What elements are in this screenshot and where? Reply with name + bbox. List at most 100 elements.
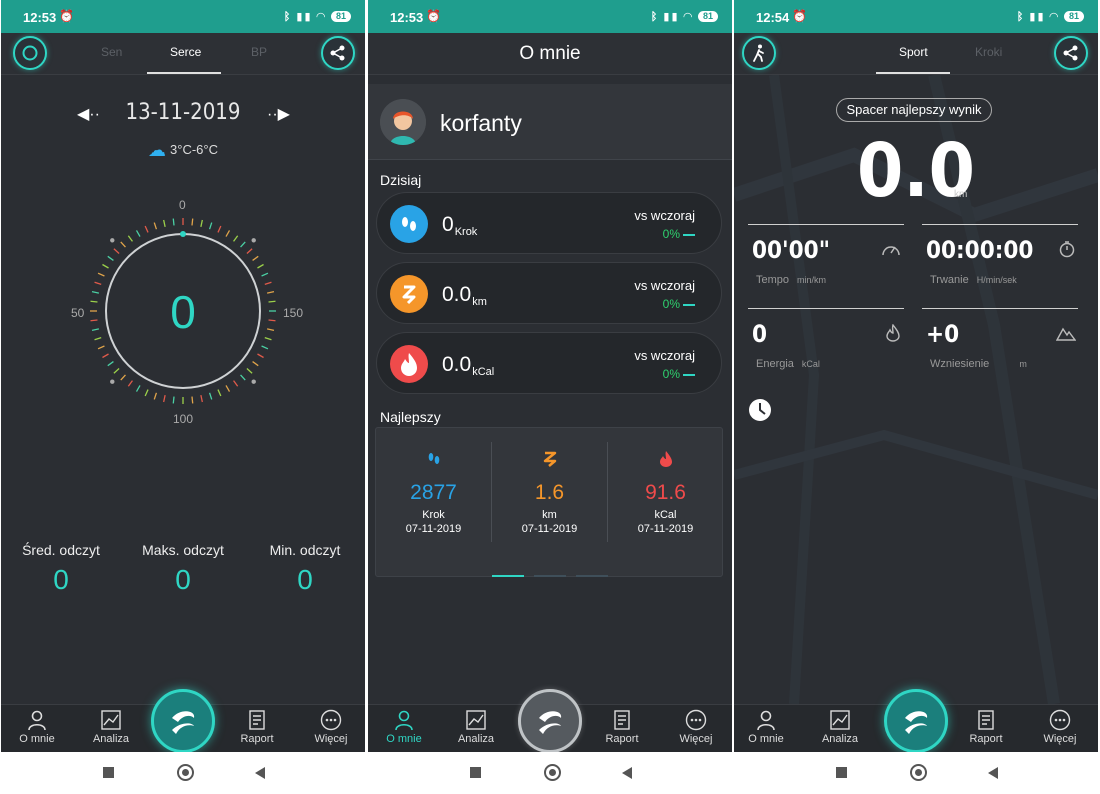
nav-analysis[interactable]: Analiza <box>81 709 141 745</box>
gauge-tick <box>127 235 133 242</box>
status-time: 12:53 <box>390 10 424 25</box>
wifi-icon: ◠ <box>316 11 327 23</box>
gauge-tick <box>113 248 120 254</box>
best-calories: 91.6 kCal 07-11-2019 <box>608 450 723 535</box>
back-button[interactable] <box>255 767 265 779</box>
back-button[interactable] <box>988 767 998 779</box>
nav-label: O mnie <box>19 733 55 745</box>
nav-label: O mnie <box>386 733 422 745</box>
recent-apps-button[interactable] <box>836 767 847 778</box>
route-icon <box>543 451 556 467</box>
nav-about-me[interactable]: O mnie <box>7 709 67 745</box>
flame-icon <box>390 345 428 383</box>
nav-analysis[interactable]: Analiza <box>810 709 870 745</box>
recent-apps-button[interactable] <box>470 767 481 778</box>
chart-icon <box>466 710 486 730</box>
nav-more[interactable]: Więcej <box>666 709 726 745</box>
recent-apps-button[interactable] <box>103 767 114 778</box>
nav-report[interactable]: Raport <box>227 709 287 745</box>
gauge-label-bottom: 100 <box>173 412 194 426</box>
nav-label: Analiza <box>92 733 130 745</box>
divider <box>748 224 904 225</box>
best-date: 07-11-2019 <box>637 523 694 535</box>
stat-label: Maks. odczyt <box>142 542 224 558</box>
nav-main-button[interactable] <box>884 689 948 752</box>
gauge-tick <box>208 222 213 230</box>
metric-label-text: Wzniesienie <box>930 358 990 370</box>
home-button[interactable] <box>177 764 194 781</box>
alarm-icon: ⏰ <box>792 9 807 23</box>
metric-value: 00'00" <box>752 236 830 264</box>
metric-duration: 00:00:00 Trwanie H/min/sek <box>922 224 1078 304</box>
nav-about-me[interactable]: O mnie <box>374 709 434 745</box>
page-dot[interactable] <box>492 575 524 577</box>
gauge-tick <box>97 272 105 277</box>
tab-heart[interactable]: Serce <box>170 45 201 59</box>
nav-about-me[interactable]: O mnie <box>736 709 796 745</box>
gauge-dot <box>251 238 256 243</box>
page-dot[interactable] <box>534 575 566 577</box>
home-button[interactable] <box>910 764 927 781</box>
today-calories-value: 0.0kCal <box>442 353 495 378</box>
nav-more[interactable]: Więcej <box>301 709 361 745</box>
nav-main-button[interactable] <box>151 689 215 752</box>
gauge-tick <box>102 263 109 269</box>
metric-unit: H/min/sek <box>976 275 1017 285</box>
history-clock-icon[interactable] <box>744 394 776 426</box>
signal-icon: ▮▮ <box>663 11 680 23</box>
value-unit: kCal <box>472 366 495 378</box>
nav-report[interactable]: Raport <box>592 709 652 745</box>
page-dot[interactable] <box>576 575 608 577</box>
best-result-pill[interactable]: Spacer najlepszy wynik <box>836 98 992 122</box>
divider <box>922 308 1078 309</box>
next-day-button[interactable]: ··▶ <box>267 104 290 124</box>
report-icon <box>978 710 994 730</box>
gauge-tick <box>153 222 158 230</box>
footsteps-icon <box>428 453 439 464</box>
route-icon <box>390 275 428 313</box>
gauge-tick <box>107 255 114 261</box>
page-indicator <box>376 564 724 582</box>
profile-row[interactable]: korfanty <box>368 84 732 160</box>
stat-label: Min. odczyt <box>269 542 341 558</box>
header: Sport Kroki <box>734 33 1098 75</box>
gauge-tick <box>200 219 203 228</box>
username: korfanty <box>440 110 522 136</box>
nav-main-button[interactable] <box>518 689 582 752</box>
today-calories-card: 0.0kCal vs wczoraj 0% <box>376 332 722 394</box>
nav-report[interactable]: Raport <box>956 709 1016 745</box>
chart-icon <box>101 710 121 730</box>
nav-more[interactable]: Więcej <box>1030 709 1090 745</box>
tab-sleep[interactable]: Sen <box>101 45 122 59</box>
gauge-tick <box>246 248 253 254</box>
gauge-tick <box>225 385 231 392</box>
section-best: Najlepszy <box>380 409 441 425</box>
share-button[interactable] <box>1054 36 1088 70</box>
avatar-icon <box>380 99 426 145</box>
footsteps-icon <box>390 205 428 243</box>
avatar <box>380 99 426 145</box>
metric-value: 0 <box>752 320 768 348</box>
value-unit: Krok <box>454 226 478 238</box>
home-button[interactable] <box>544 764 561 781</box>
percent-value: 0% <box>662 227 680 241</box>
wifi-icon: ◠ <box>1049 11 1060 23</box>
gauge-dot <box>110 379 115 384</box>
gauge-tick <box>153 392 158 400</box>
android-nav-bar <box>1 752 365 794</box>
best-results-panel[interactable]: 2877 Krok 07-11-2019 1.6 km 07-11-2019 9… <box>375 427 723 577</box>
heart-screen: 12:53 ⏰ ᛒ ▮▮ ◠ 81 Sen Serce BP ◀·· 13-11-20… <box>1 0 365 752</box>
runner-logo-icon <box>905 711 928 734</box>
share-button[interactable] <box>321 36 355 70</box>
nav-analysis[interactable]: Analiza <box>446 709 506 745</box>
tab-bp[interactable]: BP <box>251 45 267 59</box>
back-button[interactable] <box>622 767 632 779</box>
gauge-tick <box>97 345 105 350</box>
metric-label: Tempo min/km <box>756 274 826 286</box>
gauge-tick <box>217 389 222 397</box>
android-nav-bar <box>368 752 732 794</box>
tab-sport[interactable]: Sport <box>899 45 928 59</box>
tab-steps[interactable]: Kroki <box>975 45 1002 59</box>
wifi-icon: ◠ <box>683 11 694 23</box>
change-percent: 0% <box>663 367 695 381</box>
